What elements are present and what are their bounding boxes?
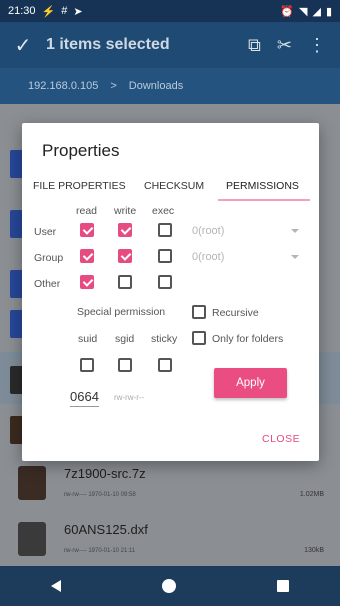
list-item[interactable]: 60ANS125.dxf rw-rw---- 1970-01-10 21:11 … — [0, 510, 340, 566]
file-meta: rw-rw---- 1970-01-10 21:11 — [64, 548, 136, 554]
done-check-icon[interactable]: ✓ — [0, 33, 46, 58]
tab-file-properties[interactable]: FILE PROPERTIES — [25, 171, 134, 201]
user-owner-select[interactable]: 0(root) — [192, 225, 224, 237]
col-read: read — [76, 205, 98, 217]
battery-icon: ▮ — [325, 5, 332, 18]
mode-input[interactable]: 0664 — [70, 389, 99, 407]
file-name: 60ANS125.dxf — [64, 522, 148, 537]
only-folders-checkbox[interactable] — [192, 331, 206, 345]
tab-bar: FILE PROPERTIES CHECKSUM PERMISSIONS — [22, 171, 319, 201]
row-label-user: User — [34, 226, 57, 238]
group-exec-checkbox[interactable] — [158, 249, 172, 263]
list-item[interactable]: 7z1900-src.7z rw-rw---- 1970-01-10 09:58… — [0, 454, 340, 510]
col-exec: exec — [152, 205, 175, 217]
col-suid: suid — [78, 333, 98, 345]
close-button[interactable]: CLOSE — [262, 433, 300, 445]
user-write-checkbox[interactable] — [118, 223, 132, 237]
properties-dialog: Properties FILE PROPERTIES CHECKSUM PERM… — [22, 123, 319, 461]
overflow-menu-icon[interactable]: ⋮ — [308, 35, 326, 56]
back-icon[interactable] — [50, 580, 61, 592]
other-write-checkbox[interactable] — [118, 275, 132, 289]
active-tab-indicator — [218, 199, 310, 201]
breadcrumb-host[interactable]: 192.168.0.105 — [28, 80, 98, 92]
user-read-checkbox[interactable] — [80, 223, 94, 237]
group-write-checkbox[interactable] — [118, 249, 132, 263]
file-size: 1.02MB — [299, 491, 324, 498]
special-permission-label: Special permission — [77, 306, 166, 318]
sgid-checkbox[interactable] — [118, 358, 132, 372]
tab-permissions[interactable]: PERMISSIONS — [218, 171, 307, 201]
group-read-checkbox[interactable] — [80, 249, 94, 263]
wifi-icon: ◥ — [299, 5, 308, 18]
breadcrumb: 192.168.0.105 > Downloads — [0, 68, 340, 104]
signal-icon: ◢ — [312, 5, 321, 18]
row-label-other: Other — [34, 278, 61, 290]
home-icon[interactable] — [161, 579, 176, 593]
row-label-group: Group — [34, 252, 64, 264]
apply-button[interactable]: Apply — [214, 368, 287, 398]
alarm-icon: ⏰ — [280, 5, 294, 18]
other-read-checkbox[interactable] — [80, 275, 94, 289]
cut-icon[interactable]: ✂ — [277, 35, 292, 56]
only-folders-label: Only for folders — [212, 333, 284, 345]
file-icon — [18, 522, 46, 556]
tab-checksum[interactable]: CHECKSUM — [136, 171, 212, 201]
user-exec-checkbox[interactable] — [158, 223, 172, 237]
other-exec-checkbox[interactable] — [158, 275, 172, 289]
file-size: 130kB — [304, 547, 324, 554]
file-meta: rw-rw---- 1970-01-10 09:58 — [64, 492, 136, 498]
usb-icon: ⚡ — [41, 5, 56, 18]
col-write: write — [114, 205, 137, 217]
recursive-checkbox[interactable] — [192, 305, 206, 319]
suid-checkbox[interactable] — [80, 358, 94, 372]
group-owner-select[interactable]: 0(root) — [192, 251, 224, 263]
clock: 21:30 — [8, 5, 36, 17]
dialog-title: Properties — [42, 141, 120, 160]
mode-string: rw-rw-r-- — [114, 393, 145, 402]
col-sticky: sticky — [151, 333, 178, 345]
archive-icon — [18, 466, 46, 500]
send-icon: ➤ — [73, 5, 83, 18]
action-toolbar: ✓ 1 items selected ⧉ ✂ ⋮ — [0, 22, 340, 68]
system-nav-bar — [0, 566, 340, 606]
chevron-down-icon — [291, 229, 299, 233]
copy-icon[interactable]: ⧉ — [248, 35, 261, 56]
breadcrumb-folder[interactable]: Downloads — [129, 80, 183, 92]
hash-icon: # — [61, 5, 68, 17]
chevron-down-icon — [291, 255, 299, 259]
recursive-label: Recursive — [212, 307, 259, 319]
sticky-checkbox[interactable] — [158, 358, 172, 372]
breadcrumb-separator: > — [110, 80, 117, 92]
selection-title: 1 items selected — [46, 36, 170, 53]
file-name: 7z1900-src.7z — [64, 466, 146, 481]
status-bar: 21:30 ⚡ # ➤ ⏰ ◥ ◢ ▮ — [0, 0, 340, 22]
col-sgid: sgid — [115, 333, 135, 345]
recents-icon[interactable] — [277, 580, 290, 592]
